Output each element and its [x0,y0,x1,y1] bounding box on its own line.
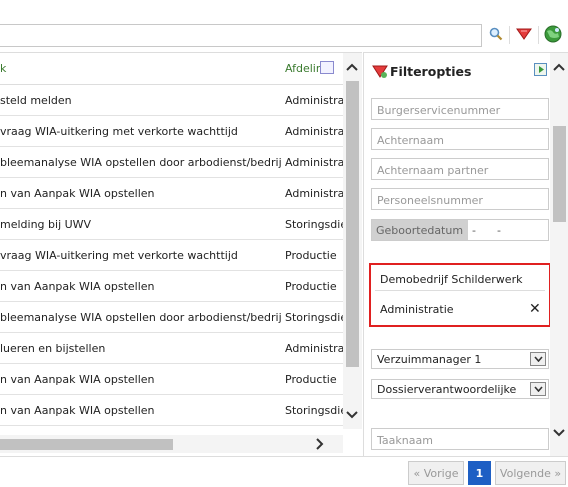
scrollbar-thumb[interactable] [346,81,359,367]
task-cell: n van Aanpak WIA opstellen [0,280,155,293]
absence-manager-select[interactable]: Verzuimmanager 1 [371,349,549,369]
staff-number-field[interactable]: Personeelsnummer [371,188,549,210]
toolbar [0,0,568,52]
department-cell: Administratie [285,125,343,138]
table-row[interactable]: vraag WIA-uitkering met verkorte wachtti… [0,116,343,147]
search-input[interactable] [0,24,482,47]
filter-panel-title: Filteropties [390,64,472,79]
filter-vertical-scrollbar[interactable] [550,53,568,457]
table-row[interactable]: lueren en bijstellen Administratie [0,333,343,364]
department-cell: Storingsdienst [285,404,343,417]
task-rows: steld melden Administratie vraag WIA-uitk… [0,85,343,426]
case-owner-select[interactable]: Dossierverantwoordelijke [371,379,549,399]
department-cell: Administratie [285,94,343,107]
table-row[interactable]: bleemanalyse WIA opstellen door arbodien… [0,147,343,178]
scroll-down-icon[interactable] [346,409,358,422]
list-vertical-scrollbar[interactable] [343,53,362,429]
scroll-down-icon[interactable] [553,427,565,440]
collapse-panel-icon[interactable] [534,63,547,79]
table-row[interactable]: n van Aanpak WIA opstellen Productie [0,271,343,302]
bsn-field[interactable]: Burgerservicenummer [371,98,549,120]
clear-icon[interactable]: ✕ [529,301,541,317]
case-owner-value: Dossierverantwoordelijke [377,383,517,396]
chevron-down-icon[interactable] [530,382,546,396]
table-row[interactable]: steld melden Administratie [0,85,343,116]
table-row[interactable]: n van Aanpak WIA opstellen Productie [0,364,343,395]
current-page-button[interactable]: 1 [468,461,491,485]
task-cell: n van Aanpak WIA opstellen [0,404,155,417]
task-cell: lueren en bijstellen [0,342,106,355]
scrollbar-thumb[interactable] [553,126,566,222]
previous-page-button[interactable]: « Vorige [408,461,464,485]
column-header-department[interactable]: Afdeling [285,62,325,75]
task-cell: steld melden [0,94,72,107]
scroll-right-icon[interactable] [316,438,324,453]
task-cell: bleemanalyse WIA opstellen door arbodien… [0,156,281,169]
search-icon [489,27,503,44]
next-page-button[interactable]: Volgende » [495,461,566,485]
toolbar-separator [509,26,510,44]
birthdate-field[interactable]: Geboortedatum - - [371,219,549,241]
globe-button[interactable] [541,23,565,47]
scroll-up-icon[interactable] [346,61,358,74]
task-cell: vraag WIA-uitkering met verkorte wachtti… [0,249,238,262]
column-header-task[interactable]: k [0,62,6,75]
task-cell: vraag WIA-uitkering met verkorte wachtti… [0,125,238,138]
column-chooser-icon[interactable] [320,61,334,74]
globe-icon [544,25,562,46]
department-filter-value: Administratie [380,303,454,316]
partner-lastname-field[interactable]: Achternaam partner [371,158,549,180]
table-row[interactable]: bleemanalyse WIA opstellen door arbodien… [0,302,343,333]
birthdate-value[interactable]: - - [472,224,501,237]
department-cell: Productie [285,249,337,262]
scroll-up-icon[interactable] [553,61,565,74]
table-row[interactable]: n van Aanpak WIA opstellen Storingsdienst [0,395,343,426]
department-cell: Productie [285,280,337,293]
department-cell: Administratie [285,187,343,200]
filter-panel: Filteropties Burgerservicenummer Achtern… [363,52,568,457]
department-cell: Administratie [285,342,343,355]
department-cell: Administratie [285,156,343,169]
task-cell: bleemanalyse WIA opstellen door arbodien… [0,311,281,324]
filter-icon [372,65,388,82]
list-header: k Afdeling [0,53,343,85]
selected-filters-box: Demobedrijf Schilderwerk Administratie ✕ [369,263,551,327]
chevron-down-icon[interactable] [530,352,546,366]
department-cell: Storingsdienst [285,311,343,324]
birthdate-label: Geboortedatum [372,220,468,240]
filter-button[interactable] [512,23,536,47]
department-cell: Productie [285,373,337,386]
table-row[interactable]: vraag WIA-uitkering met verkorte wachtti… [0,240,343,271]
task-cell: n van Aanpak WIA opstellen [0,187,155,200]
filter-icon [516,28,532,43]
task-name-field[interactable]: Taaknaam [371,428,549,450]
toolbar-separator [538,26,539,44]
list-horizontal-scrollbar[interactable] [0,435,343,453]
task-list-panel: k Afdeling steld melden Administratie vra… [0,52,362,456]
task-cell: melding bij UWV [0,218,92,231]
company-filter[interactable]: Demobedrijf Schilderwerk [375,269,545,291]
pagination: « Vorige 1 Volgende » [0,456,568,487]
department-filter[interactable]: Administratie [375,299,545,321]
scrollbar-thumb[interactable] [0,439,173,450]
search-button[interactable] [484,23,508,47]
table-row[interactable]: melding bij UWV Storingsdienst [0,209,343,240]
absence-manager-value: Verzuimmanager 1 [377,353,482,366]
lastname-field[interactable]: Achternaam [371,128,549,150]
table-row[interactable]: n van Aanpak WIA opstellen Administratie [0,178,343,209]
task-cell: n van Aanpak WIA opstellen [0,373,155,386]
department-cell: Storingsdienst [285,218,343,231]
